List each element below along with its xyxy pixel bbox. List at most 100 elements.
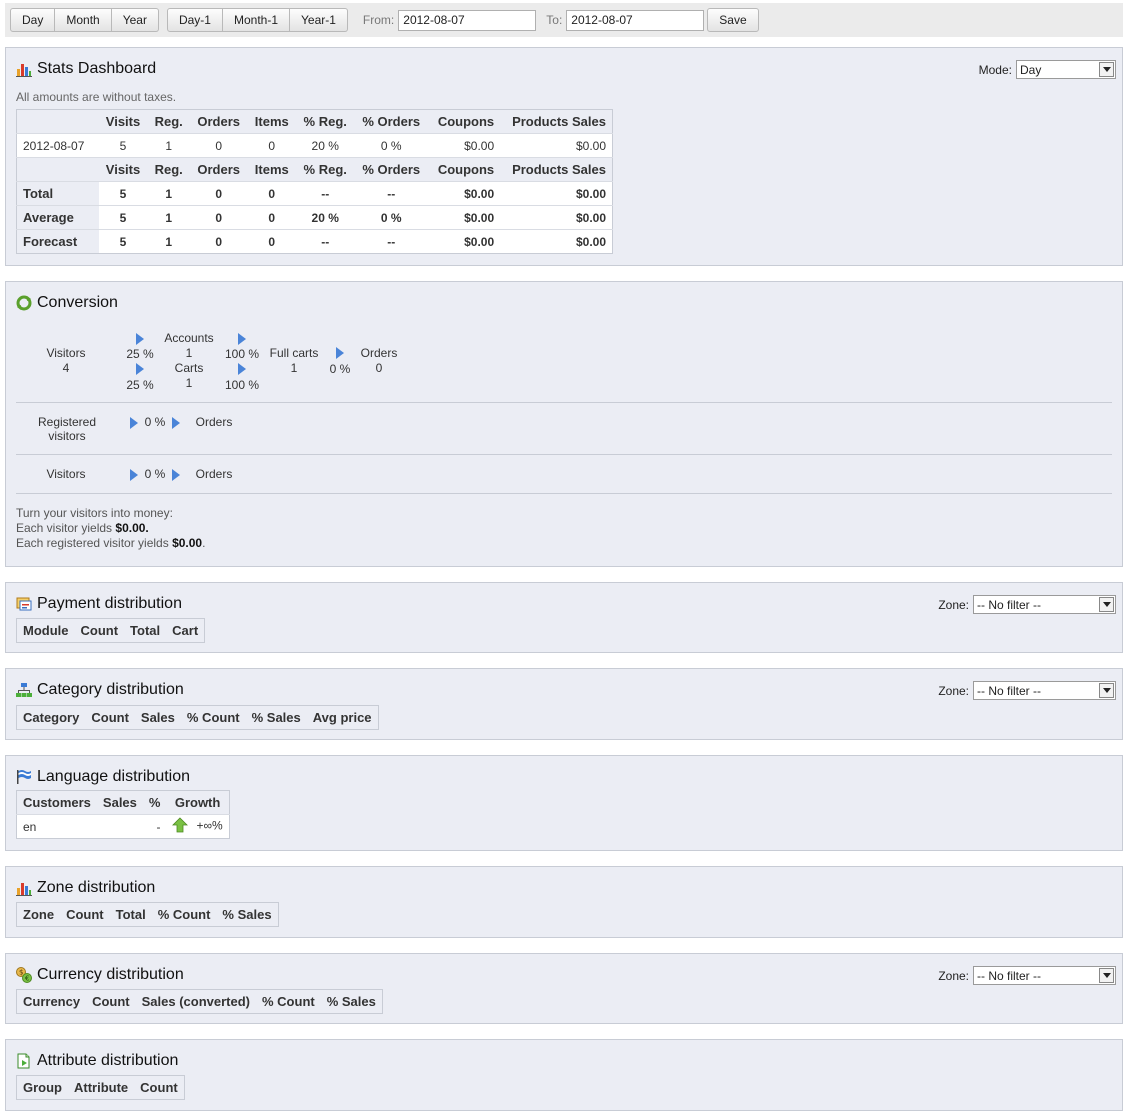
column-header: Count — [134, 1075, 185, 1100]
month-button[interactable]: Month — [55, 8, 112, 32]
cell: $0.00 — [500, 205, 613, 230]
growth-value: +∞% — [196, 818, 223, 833]
registered-label-line2: visitors — [48, 429, 86, 443]
money-text: Turn your visitors into money: Each visi… — [16, 506, 205, 551]
divider — [16, 454, 1112, 455]
triangle-right-icon — [130, 417, 138, 429]
column-header: Category — [16, 705, 86, 730]
column-header: Growth — [166, 790, 230, 815]
column-header: Items — [247, 109, 297, 134]
column-header: % Reg. — [296, 109, 355, 134]
zone-table: Zone Count Total % Count % Sales — [16, 902, 279, 927]
column-header: % — [142, 790, 167, 815]
table-header-row: Category Count Sales % Count % Sales Avg… — [16, 705, 379, 730]
mode-select[interactable]: Day — [1016, 60, 1116, 79]
column-header: % Count — [180, 705, 246, 730]
zone-distribution-panel: Zone distribution Zone Count Total % Cou… — [5, 866, 1123, 938]
column-header: Reg. — [147, 157, 190, 182]
language-distribution-panel: Language distribution Customers Sales % … — [5, 755, 1123, 851]
column-header: % Reg. — [296, 157, 355, 182]
conversion-panel: Conversion Visitors 4 25 % 25 % Accounts… — [5, 281, 1123, 567]
carts-value: 1 — [185, 376, 193, 390]
to-date-input[interactable] — [566, 9, 705, 31]
column-header: Count — [85, 705, 135, 730]
day-minus-1-button[interactable]: Day-1 — [166, 8, 223, 32]
cell: 0 — [247, 205, 297, 230]
category-distribution-panel: Category distribution Zone: -- No filter… — [5, 668, 1123, 740]
payment-table: Module Count Total Cart — [16, 618, 206, 643]
month-minus-1-button[interactable]: Month-1 — [222, 8, 290, 32]
table-header-row: Module Count Total Cart — [16, 618, 205, 643]
year-minus-1-button[interactable]: Year-1 — [290, 8, 348, 32]
money-line-3-end: . — [202, 536, 206, 550]
cell: $0.00 — [428, 181, 501, 206]
tax-note: All amounts are without taxes. — [16, 90, 177, 104]
table-row: Total 5 1 0 0 -- -- $0.00 $0.00 — [16, 181, 613, 206]
column-header: Currency — [16, 989, 87, 1014]
registered-label-line1: Registered — [37, 415, 97, 429]
cell: 0 % — [354, 205, 429, 230]
pct-carts-full: 100 % — [224, 378, 260, 392]
cell: -- — [296, 181, 355, 206]
cell: 1 — [147, 205, 190, 230]
cell: 0 — [189, 133, 248, 158]
period-button-group: Day Month Year — [10, 8, 159, 32]
money-line-2-text: Each visitor yields — [16, 521, 113, 535]
money-value-3: $0.00 — [172, 536, 203, 550]
column-header: Count — [60, 902, 110, 927]
from-date-input[interactable] — [398, 9, 537, 31]
flag-icon — [16, 769, 32, 785]
cell: 0 — [247, 229, 297, 254]
zone-label: Zone: — [938, 597, 969, 612]
year-button[interactable]: Year — [111, 8, 159, 32]
cell: $0.00 — [500, 229, 613, 254]
triangle-right-icon — [336, 347, 344, 359]
triangle-right-icon — [136, 363, 144, 375]
visitors-value: 4 — [62, 361, 70, 375]
stats-dashboard-title: Stats Dashboard — [37, 60, 157, 77]
row-label-average: Average — [16, 205, 99, 230]
money-line-3: Each registered visitor yields $0.00. — [16, 536, 205, 551]
visitors-label: Visitors — [46, 346, 86, 360]
zone-select[interactable]: -- No filter -- — [973, 966, 1116, 985]
panel-title: Conversion — [16, 294, 118, 312]
column-header: % Sales — [320, 989, 383, 1014]
column-header: Attribute — [68, 1075, 135, 1100]
save-button[interactable]: Save — [707, 8, 759, 32]
triangle-right-icon — [136, 333, 144, 345]
zone-label: Zone: — [938, 968, 969, 983]
column-header: Reg. — [147, 109, 190, 134]
currency-distribution-title: Currency distribution — [37, 966, 184, 983]
cell: 1 — [147, 229, 190, 254]
triangle-right-icon — [172, 417, 180, 429]
column-header: % Sales — [245, 705, 307, 730]
table-row: 2012-08-07 5 1 0 0 20 % 0 % $0.00 $0.00 — [16, 133, 613, 158]
column-header: Items — [247, 157, 297, 182]
column-header: Visits — [98, 157, 148, 182]
zone-select[interactable]: -- No filter -- — [973, 595, 1116, 614]
conversion-icon — [16, 295, 32, 311]
money-line-3-text: Each registered visitor yields — [16, 536, 169, 550]
cell: $0.00 — [500, 133, 613, 158]
zone-select[interactable]: -- No filter -- — [973, 681, 1116, 700]
column-header: % Orders — [354, 109, 429, 134]
relative-button-group: Day-1 Month-1 Year-1 — [166, 8, 348, 32]
day-button[interactable]: Day — [10, 8, 56, 32]
column-header: Group — [16, 1075, 68, 1100]
payment-icon — [16, 596, 32, 612]
language-table: Customers Sales % Growth en - +∞% — [16, 790, 230, 839]
cell: 1 — [147, 133, 190, 158]
visitors2-label: Visitors — [46, 467, 86, 481]
row-date: 2012-08-07 — [16, 133, 99, 158]
registered-label: Registered visitors — [32, 415, 102, 443]
payment-distribution-title: Payment distribution — [37, 595, 182, 612]
zone-filter: Zone: -- No filter -- — [938, 681, 1116, 700]
table-header-row: Currency Count Sales (converted) % Count… — [16, 989, 383, 1014]
cell: $0.00 — [428, 229, 501, 254]
row-label-total: Total — [16, 181, 99, 206]
table-header-row: Visits Reg. Orders Items % Reg. % Orders… — [16, 109, 613, 134]
growth-up-arrow-icon — [172, 817, 189, 836]
chevron-down-icon — [1099, 597, 1114, 612]
mode-label: Mode: — [978, 62, 1012, 77]
chevron-down-icon — [1099, 62, 1114, 77]
